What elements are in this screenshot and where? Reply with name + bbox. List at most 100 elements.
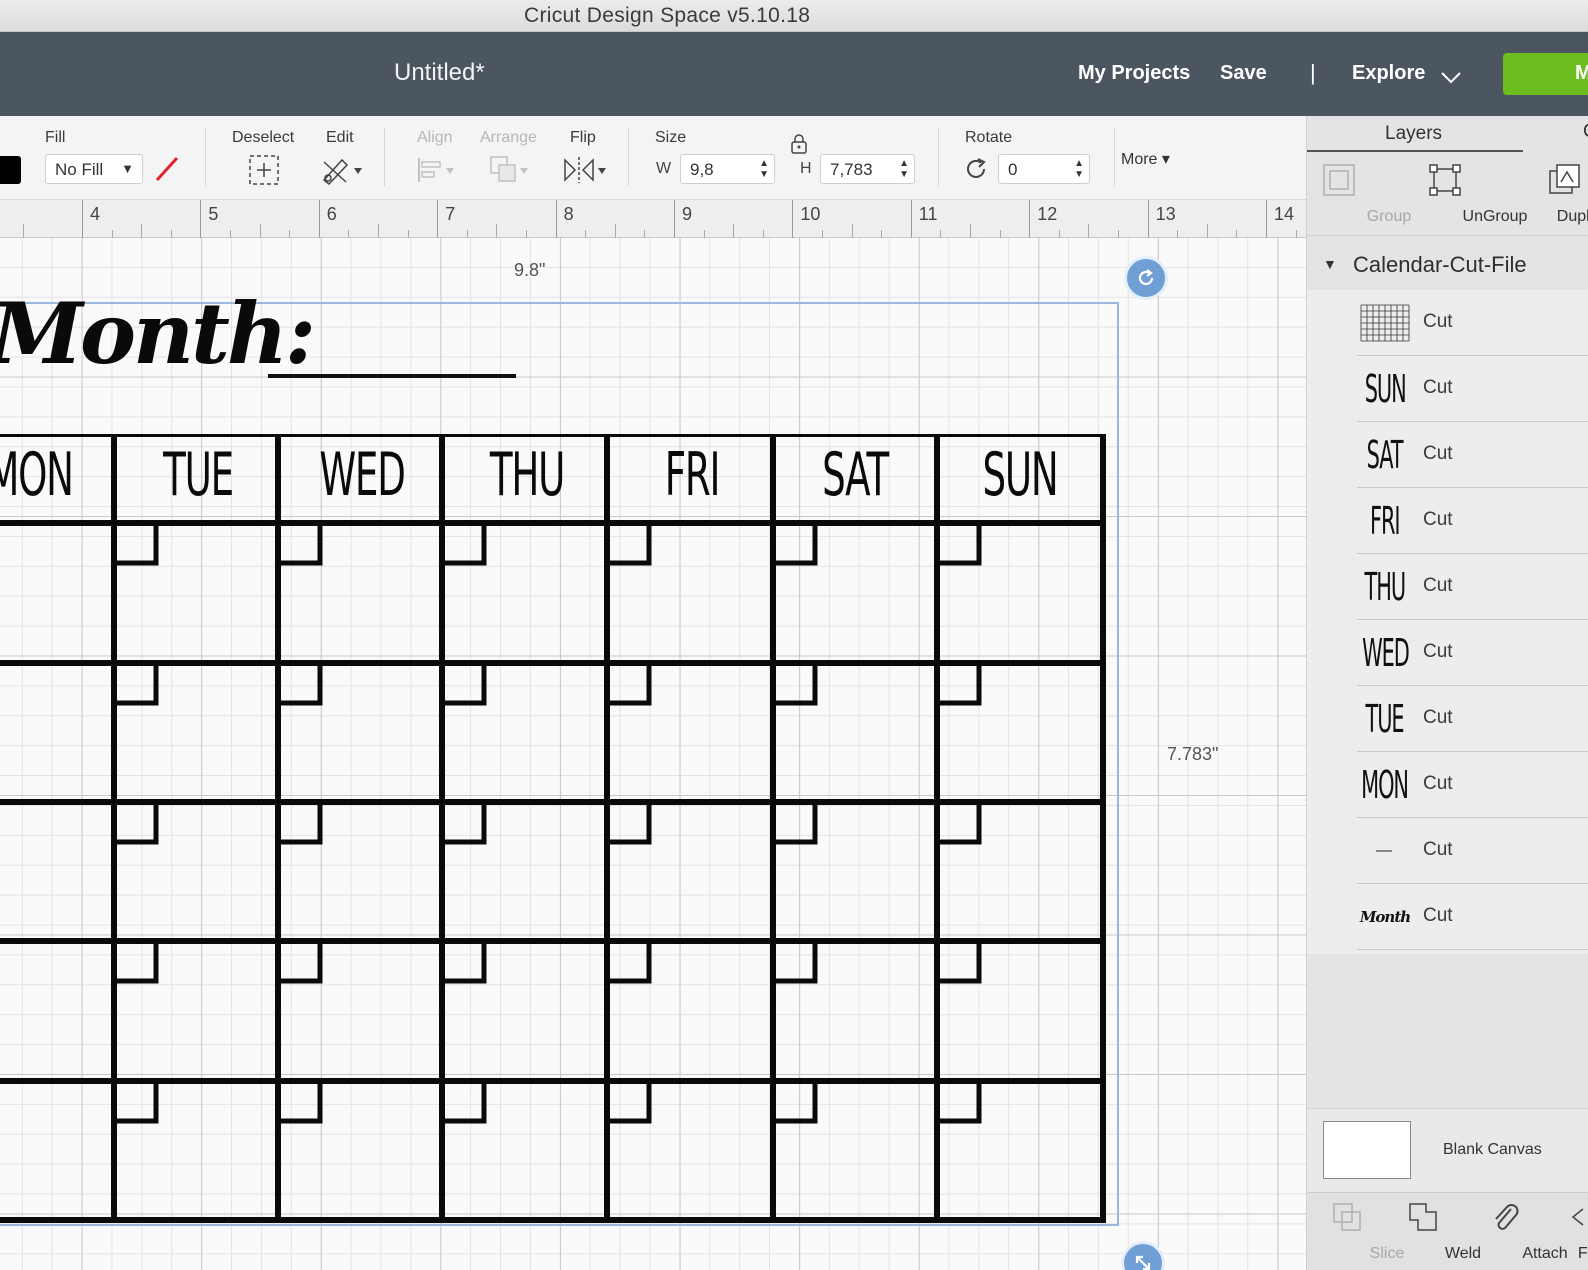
layer-operation[interactable]: Cut (1423, 377, 1453, 399)
design-canvas[interactable]: 9.8" 7.783" Month: MON TUE WED THU FRI SAT SUN (0, 238, 1306, 1270)
ungroup-icon (1429, 164, 1461, 196)
tab-color-sync[interactable]: C (1583, 121, 1588, 143)
layer-operation[interactable]: Cut (1423, 773, 1453, 795)
ruler-minor-tick (881, 230, 883, 238)
layer-operation[interactable]: Cut (1423, 509, 1453, 531)
day-header-thu[interactable]: THU (481, 440, 574, 510)
fill-value: No Fill (55, 160, 104, 179)
ruler-minor-tick (230, 230, 231, 238)
edit-tools-icon[interactable] (320, 154, 364, 186)
collapse-arrow-icon[interactable]: ▼ (1323, 256, 1337, 272)
tab-layers[interactable]: Layers (1307, 116, 1523, 152)
layer-row[interactable]: SUN Cut (1357, 356, 1588, 422)
day-header-tue[interactable]: TUE (152, 440, 245, 510)
make-it-button[interactable]: M (1503, 53, 1588, 95)
layer-thumbnail (1357, 828, 1413, 874)
window-titlebar: Cricut Design Space v5.10.18 (0, 0, 1588, 32)
edit-toolbar: Fill No Fill ▼ Deselect Edit Align Arran… (0, 116, 1306, 200)
ruler-major-tick (200, 200, 202, 238)
align-label: Align (417, 129, 453, 146)
blank-canvas-swatch[interactable] (1323, 1121, 1411, 1179)
fill-color-swatch[interactable] (0, 156, 21, 184)
layer-row[interactable]: THU Cut (1357, 554, 1588, 620)
flip-label: Flip (570, 129, 596, 146)
resize-handle[interactable] (1121, 1241, 1165, 1270)
ruler-minor-tick (289, 230, 291, 238)
width-value: 9,8 (690, 160, 714, 179)
rotate-input[interactable]: 0 ▲ ▼ (998, 154, 1090, 184)
layer-thumbnail-text: SAT (1367, 433, 1404, 477)
ruler-major-tick (1147, 200, 1149, 238)
layer-row[interactable]: SAT Cut (1357, 422, 1588, 488)
rotate-icon[interactable] (963, 156, 989, 182)
ruler-minor-tick (851, 224, 853, 238)
calendar-grid[interactable] (0, 434, 1125, 1234)
rotate-handle[interactable] (1124, 256, 1168, 300)
app-window: Cricut Design Space v5.10.18 Untitled* M… (0, 0, 1588, 1270)
width-stepper[interactable]: ▲ ▼ (759, 158, 769, 180)
layer-operation[interactable]: Cut (1423, 905, 1453, 927)
horizontal-ruler: 4 5 6 7 8 9 10 11 12 13 14 (0, 200, 1356, 238)
layer-group-row[interactable]: ▼ Calendar-Cut-File (1307, 240, 1588, 290)
chevron-down-icon[interactable] (1441, 72, 1461, 84)
ruler-minor-tick (496, 224, 498, 238)
more-menu[interactable]: More ▾ (1121, 149, 1170, 169)
layer-thumbnail: WED (1357, 630, 1413, 676)
month-heading[interactable]: Month: (0, 284, 316, 383)
lock-icon[interactable] (790, 133, 808, 155)
layer-operation[interactable]: Cut (1423, 575, 1453, 597)
ruler-major-tick (318, 200, 320, 238)
layer-row[interactable]: FRI Cut (1357, 488, 1588, 554)
layer-row[interactable]: WED Cut (1357, 620, 1588, 686)
date-box-corner (114, 1081, 159, 1124)
make-it-label: M (1575, 62, 1588, 84)
my-projects-link[interactable]: My Projects (1078, 62, 1190, 85)
no-color-slash-icon[interactable] (152, 154, 182, 184)
height-stepper[interactable]: ▲ ▼ (899, 158, 909, 180)
fill-select[interactable]: No Fill ▼ (45, 154, 143, 184)
date-box-corner (278, 523, 323, 566)
layer-row[interactable]: Cut (1357, 290, 1588, 356)
day-header-mon[interactable]: MON (0, 440, 77, 510)
grid-thumbnail-icon (1360, 304, 1410, 342)
layer-operation[interactable]: Cut (1423, 443, 1453, 465)
flatten-icon (1571, 1208, 1584, 1226)
layer-thumbnail: TUE (1357, 696, 1413, 742)
ruler-number: 8 (563, 204, 574, 224)
width-input[interactable]: 9,8 ▲ ▼ (680, 154, 775, 184)
layer-operation[interactable]: Cut (1423, 707, 1453, 729)
ruler-minor-tick (526, 230, 527, 238)
layer-operation[interactable]: Cut (1423, 311, 1453, 333)
day-header-sat[interactable]: SAT (809, 440, 902, 510)
app-header: Untitled* My Projects Save | Explore M (0, 32, 1588, 116)
dropdown-arrow-icon: ▼ (121, 161, 134, 176)
day-header-sun[interactable]: SUN (974, 440, 1067, 510)
rotate-stepper[interactable]: ▲ ▼ (1074, 158, 1084, 180)
day-header-wed[interactable]: WED (316, 440, 409, 510)
ruler-number: 14 (1274, 204, 1295, 224)
blank-canvas-row[interactable]: Blank Canvas (1307, 1108, 1588, 1192)
layer-operation[interactable]: Cut (1423, 641, 1453, 663)
ruler-minor-tick (1088, 224, 1090, 238)
ruler-major-tick (1266, 200, 1267, 238)
ruler-minor-tick (614, 224, 616, 238)
layer-thumbnail (1357, 300, 1413, 346)
ruler-minor-tick (733, 224, 735, 238)
document-title[interactable]: Untitled* (394, 59, 485, 87)
layer-operation[interactable]: Cut (1423, 839, 1453, 861)
day-header-fri[interactable]: FRI (646, 440, 739, 510)
layer-row[interactable]: Cut (1357, 818, 1588, 884)
layer-row[interactable]: TUE Cut (1357, 686, 1588, 752)
save-button[interactable]: Save (1220, 62, 1267, 85)
ruler-minor-tick (940, 230, 942, 238)
height-input[interactable]: 7,783 ▲ ▼ (820, 154, 915, 184)
group-label: Group (1366, 208, 1412, 225)
month-underline[interactable] (268, 374, 516, 378)
ruler-minor-tick (378, 224, 379, 238)
layer-row[interactable]: Month Cut (1357, 884, 1588, 950)
explore-menu[interactable]: Explore (1352, 62, 1425, 85)
layer-row[interactable]: MON Cut (1357, 752, 1588, 818)
deselect-icon[interactable] (248, 154, 280, 186)
flip-icon[interactable] (562, 154, 608, 186)
ruler-minor-tick (970, 224, 971, 238)
